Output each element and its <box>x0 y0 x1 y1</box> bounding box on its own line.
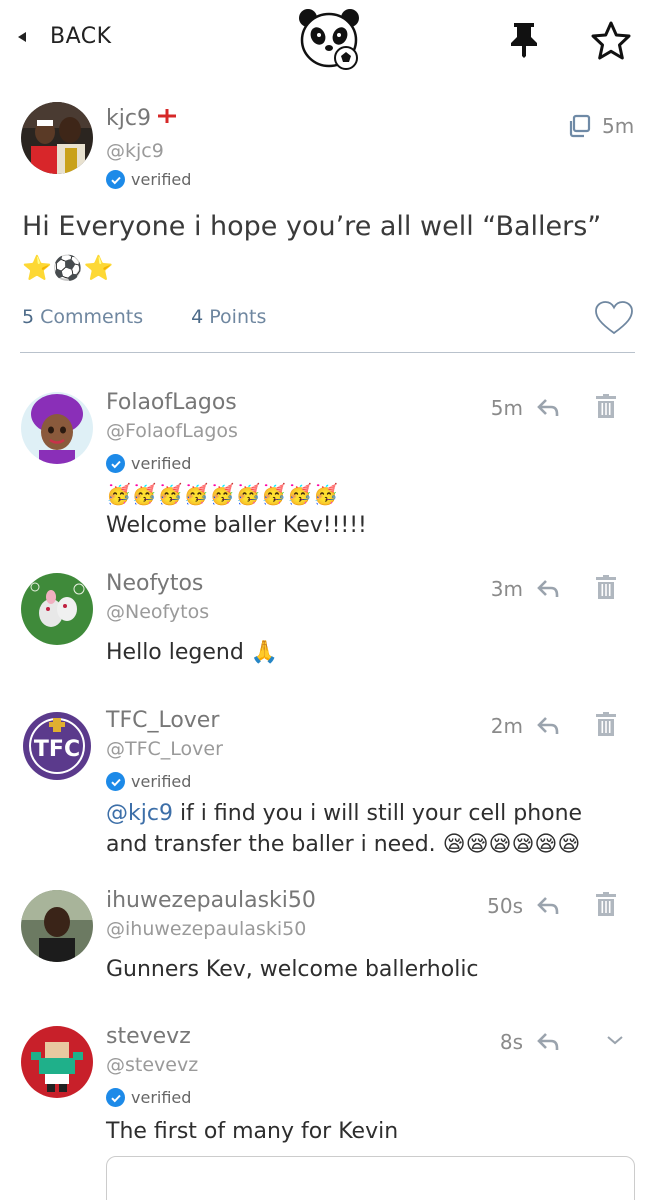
comment-handle: @FolaofLagos <box>106 420 238 442</box>
comment-handle: @TFC_Lover <box>106 738 223 760</box>
comment-handle: @stevevz <box>106 1054 199 1076</box>
mention-link[interactable]: @kjc9 <box>106 801 173 826</box>
panda-soccer-logo-icon <box>299 9 359 70</box>
avatar[interactable] <box>21 392 93 464</box>
avatar[interactable] <box>21 102 93 174</box>
post-handle: @kjc9 <box>106 140 164 162</box>
comment-time: 8s <box>499 1030 523 1054</box>
avatar[interactable] <box>21 573 93 645</box>
back-label: BACK <box>50 24 112 49</box>
post-time: 5m <box>602 114 635 138</box>
verified-check-icon <box>106 1088 125 1107</box>
divider <box>20 352 635 353</box>
back-arrow-icon <box>18 31 26 42</box>
copy-icon[interactable] <box>567 114 591 138</box>
verified-badge: verified <box>106 454 191 473</box>
trash-icon[interactable] <box>596 892 616 916</box>
back-button[interactable]: BACK <box>18 24 112 49</box>
comment-text: Gunners Kev, welcome ballerholic <box>106 957 479 982</box>
england-flag-icon <box>157 109 176 123</box>
reply-icon[interactable] <box>537 579 559 599</box>
trash-icon[interactable] <box>596 575 616 599</box>
comment-text: The first of many for Kevin <box>106 1119 399 1144</box>
comment-time: 50s <box>487 894 523 918</box>
points-count: 4 Points <box>191 306 267 328</box>
comment-username[interactable]: ihuwezepaulaski50 <box>106 888 316 913</box>
comment-time: 5m <box>490 396 523 420</box>
comment-text: @kjc9 if i find you i will still your ce… <box>106 801 583 857</box>
verified-check-icon <box>106 170 125 189</box>
post-stats: 5 Comments 4 Points <box>22 306 266 328</box>
verified-badge: verified <box>106 1088 191 1107</box>
avatar[interactable]: TFC <box>21 710 93 782</box>
comment-time: 2m <box>490 714 523 738</box>
avatar[interactable] <box>21 890 93 962</box>
post-emoji: ⭐⚽⭐ <box>22 254 115 282</box>
verified-badge: verified <box>106 170 191 189</box>
comment-text: Welcome baller Kev!!!!! <box>106 513 367 538</box>
comment-username[interactable]: Neofytos <box>106 571 203 596</box>
avatar[interactable] <box>21 1026 93 1098</box>
comment-username[interactable]: stevevz <box>106 1024 191 1049</box>
comment-text: Hello legend 🙏 <box>106 640 279 665</box>
comment-emoji: 🥳🥳🥳🥳🥳🥳🥳🥳🥳 <box>106 482 340 506</box>
reply-icon[interactable] <box>537 896 559 916</box>
embedded-preview-card[interactable] <box>106 1156 635 1200</box>
comment-username[interactable]: FolaofLagos <box>106 390 237 415</box>
verified-badge: verified <box>106 772 191 791</box>
heart-icon[interactable] <box>594 300 634 336</box>
comment-handle: @ihuwezepaulaski50 <box>106 918 307 940</box>
reply-icon[interactable] <box>537 1032 559 1052</box>
star-icon[interactable] <box>590 20 632 60</box>
chevron-down-icon[interactable] <box>606 1034 624 1046</box>
post-username[interactable]: kjc9 <box>106 106 176 131</box>
top-bar: BACK <box>0 0 655 80</box>
comments-count-link[interactable]: 5 Comments <box>22 306 143 328</box>
pin-icon[interactable] <box>507 20 541 58</box>
verified-check-icon <box>106 772 125 791</box>
comment-time: 3m <box>490 577 523 601</box>
comment-username[interactable]: TFC_Lover <box>106 708 219 733</box>
comment-handle: @Neofytos <box>106 601 210 623</box>
reply-icon[interactable] <box>537 398 559 418</box>
trash-icon[interactable] <box>596 712 616 736</box>
post-text: Hi Everyone i hope you’re all well “Ball… <box>22 211 602 242</box>
reply-icon[interactable] <box>537 716 559 736</box>
trash-icon[interactable] <box>596 394 616 418</box>
svg-text:TFC: TFC <box>34 737 80 762</box>
verified-check-icon <box>106 454 125 473</box>
